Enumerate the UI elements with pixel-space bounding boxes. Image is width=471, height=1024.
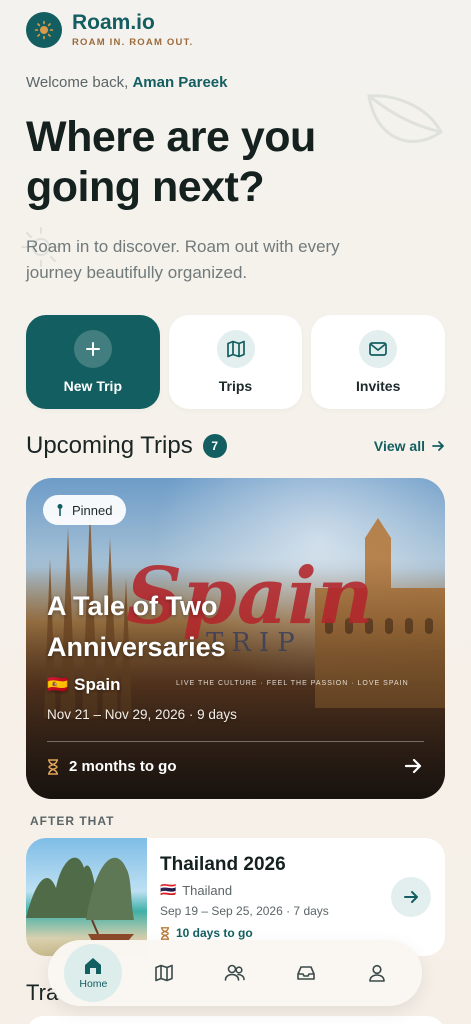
- view-all-label: View all: [373, 438, 425, 454]
- upcoming-trips-title: Upcoming Trips: [26, 432, 193, 459]
- featured-trip-countdown: 2 months to go: [47, 758, 177, 775]
- map-icon: [216, 330, 255, 368]
- hero-subtitle: Roam in to discover. Roam out with every…: [26, 237, 340, 282]
- pin-icon: [57, 504, 63, 516]
- next-trip-dates: Sep 19 – Sep 25, 2026 · 7 days: [160, 904, 329, 918]
- country-name: Spain: [74, 675, 121, 694]
- next-trip-country: 🇹🇭 Thailand: [160, 882, 232, 898]
- nav-home-label: Home: [79, 978, 108, 990]
- welcome-text: Welcome back, Aman Pareek: [26, 74, 228, 91]
- brand-name: Roam.io: [72, 11, 155, 34]
- featured-trip-card[interactable]: Spain TRIP LIVE THE CULTURE · FEEL THE P…: [26, 478, 445, 799]
- brand-tagline: ROAM IN. ROAM OUT.: [72, 37, 194, 48]
- next-trip-title: Thailand 2026: [160, 854, 286, 875]
- after-that-label: AFTER THAT: [30, 814, 115, 828]
- quick-actions: New Trip Trips Invites: [26, 315, 446, 409]
- welcome-prefix: Welcome back,: [26, 74, 133, 91]
- logo-sun-icon: [26, 12, 62, 48]
- featured-trip-dates: Nov 21 – Nov 29, 2026 · 9 days: [47, 707, 237, 722]
- upcoming-trips-heading: Upcoming Trips 7: [26, 432, 227, 460]
- open-trip-arrow-icon[interactable]: [403, 756, 423, 776]
- bottom-navigation: Home: [48, 940, 422, 1006]
- invites-button[interactable]: Invites: [311, 315, 446, 409]
- app-header: Roam.io ROAM IN. ROAM OUT.: [26, 12, 193, 48]
- map-icon: [155, 964, 173, 982]
- nav-people[interactable]: [206, 944, 264, 1002]
- inbox-icon: [296, 966, 315, 980]
- nav-home[interactable]: Home: [64, 944, 123, 1002]
- travel-card-peek: [26, 1016, 445, 1024]
- users-icon: [224, 964, 245, 981]
- trip-count-badge: 7: [202, 434, 227, 458]
- new-trip-label: New Trip: [63, 378, 123, 394]
- nav-trips[interactable]: [135, 944, 193, 1002]
- next-trip-card[interactable]: Thailand 2026 🇹🇭 Thailand Sep 19 – Sep 2…: [26, 838, 445, 956]
- spain-flag-icon: 🇪🇸: [47, 675, 69, 694]
- hourglass-icon: [48, 758, 58, 775]
- hourglass-icon: [160, 926, 170, 940]
- pinned-badge: Pinned: [43, 495, 127, 525]
- next-country-name: Thailand: [182, 882, 233, 898]
- thailand-trip-image: [26, 838, 147, 956]
- card-divider: [47, 741, 424, 742]
- image-tagline-text: LIVE THE CULTURE · FEEL THE PASSION · LO…: [176, 680, 409, 687]
- next-trip-countdown: 10 days to go: [160, 926, 253, 940]
- countdown-text: 2 months to go: [69, 758, 177, 775]
- hero-title: Where are you going next?: [26, 113, 316, 211]
- new-trip-button[interactable]: New Trip: [26, 315, 160, 409]
- invites-label: Invites: [356, 378, 401, 394]
- featured-trip-title: A Tale of Two Anniversaries: [47, 591, 226, 662]
- nav-inbox[interactable]: [277, 944, 335, 1002]
- open-next-trip-button[interactable]: [391, 877, 431, 917]
- trips-label: Trips: [218, 378, 253, 394]
- profile-icon: [368, 964, 385, 982]
- user-name: Aman Pareek: [132, 74, 228, 91]
- mail-icon: [359, 330, 398, 368]
- thailand-flag-icon: 🇹🇭: [160, 882, 177, 897]
- next-countdown-text: 10 days to go: [176, 926, 253, 940]
- view-all-link[interactable]: View all: [374, 438, 445, 454]
- home-icon: [85, 958, 102, 974]
- trips-button[interactable]: Trips: [168, 315, 303, 409]
- plus-icon: [73, 330, 112, 368]
- nav-profile[interactable]: [348, 944, 406, 1002]
- featured-trip-country: 🇪🇸 Spain: [47, 675, 120, 695]
- pinned-label: Pinned: [72, 502, 113, 518]
- arrow-right-icon: [404, 891, 418, 903]
- arrow-right-icon: [432, 441, 444, 451]
